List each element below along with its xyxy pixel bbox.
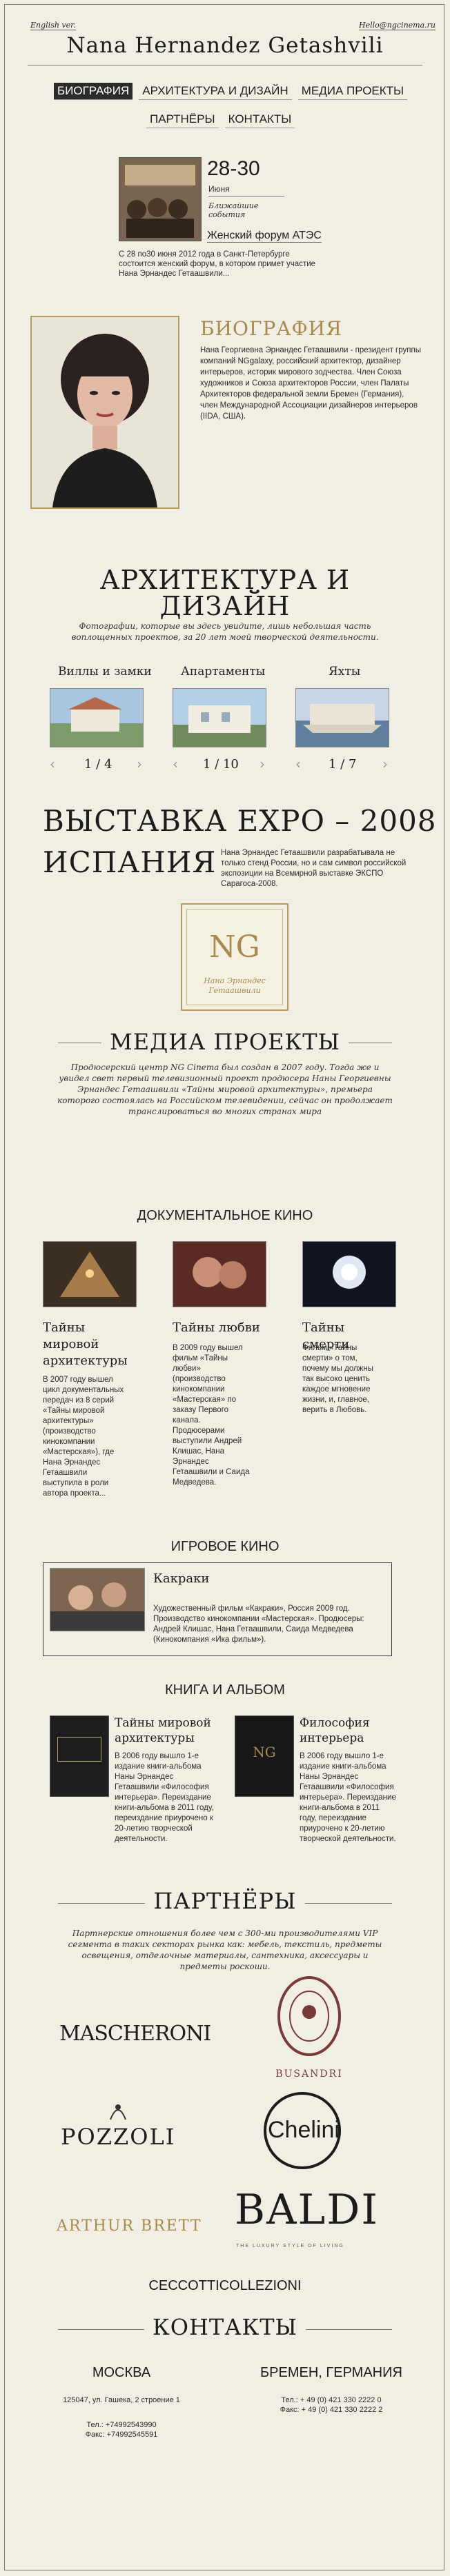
- gallery-apartments-next-icon[interactable]: ›: [260, 756, 265, 772]
- gallery-image-villas[interactable]: [50, 688, 144, 747]
- contacts-title-text: КОНТАКТЫ: [144, 2314, 306, 2340]
- contacts-moscow-fax: Факс: +74992545591: [85, 2431, 158, 2439]
- site-title: Nana Hernandez Getashvili: [66, 33, 384, 58]
- contacts-bremen-city: БРЕМЕН, ГЕРМАНИЯ: [260, 2365, 402, 2380]
- partner-logo-baldi[interactable]: BALDI: [235, 2186, 379, 2234]
- media-title-text: МЕДИА ПРОЕКТЫ: [101, 1029, 349, 1055]
- expo-logo-letters: NG: [209, 929, 260, 965]
- feature-film-text: Художественный фильм «Какраки», Россия 2…: [153, 1604, 364, 1644]
- expo-text: Нана Эрнандес Гетаашвили разрабатывала н…: [221, 849, 407, 888]
- gallery-yachts-next-icon[interactable]: ›: [382, 756, 388, 772]
- gallery-label-apartments[interactable]: Апартаменты: [181, 665, 265, 678]
- book-cover-interior[interactable]: NG: [235, 1715, 294, 1797]
- gallery-image-apartments[interactable]: [173, 688, 266, 747]
- partner-emblem-pozzoli: [106, 2099, 130, 2122]
- expo-logo: NG Нана Эрнандес Гетаашвили: [181, 903, 288, 1011]
- nav-item-media[interactable]: МЕДИА ПРОЕКТЫ: [297, 83, 408, 100]
- gallery-villas-prev-icon[interactable]: ‹: [50, 756, 55, 772]
- book-text-interior: В 2006 году вышло 1-е издание книги-альб…: [300, 1752, 396, 1843]
- partner-logo-chelini[interactable]: Chelini: [268, 2117, 340, 2144]
- main-nav: БИОГРАФИЯ АРХИТЕКТУРА И ДИЗАЙН МЕДИА ПРО…: [54, 83, 413, 100]
- book-text-architecture: В 2006 году вышло 1-е издание книги-альб…: [115, 1752, 214, 1843]
- event-image[interactable]: [119, 157, 202, 241]
- event-month: Июня: [208, 184, 284, 197]
- book-cover-architecture[interactable]: [50, 1715, 109, 1797]
- contacts-moscow-address: 125047, ул. Гашека, 2 строение 1: [63, 2396, 180, 2404]
- gallery-yachts-counter: 1 / 7: [329, 757, 357, 772]
- email-link[interactable]: Hello@ngcinema.ru: [359, 21, 436, 30]
- nav-item-partners[interactable]: ПАРТНЁРЫ: [146, 111, 219, 128]
- contacts-moscow-phone: Тел.: +74992543990: [86, 2421, 157, 2429]
- main-nav-row2: ПАРТНЁРЫ КОНТАКТЫ: [146, 111, 326, 128]
- gallery-image-yachts[interactable]: [295, 688, 389, 747]
- partners-title-text: ПАРТНЁРЫ: [145, 1888, 305, 1914]
- event-text: С 28 по30 июня 2012 года в Санкт-Петербу…: [119, 250, 316, 278]
- doc-image-architecture[interactable]: [43, 1241, 137, 1307]
- divider: [28, 65, 422, 66]
- expo-title-line1: ВЫСТАВКА EXPO – 2008: [43, 804, 437, 838]
- partner-logo-pozzoli[interactable]: POZZOLI: [61, 2124, 175, 2150]
- partner-logo-busandri[interactable]: BUSANDRI: [248, 2069, 370, 2080]
- partner-logo-baldi-tagline: THE LUXURY STYLE OF LIVING: [236, 2244, 344, 2248]
- partners-intro: Партнерские отношения более чем с 300-ми…: [68, 1929, 382, 1971]
- architecture-title-line1: АРХИТЕКТУРА И: [99, 565, 351, 595]
- expo-title-line2: ИСПАНИЯ: [43, 845, 217, 879]
- partner-logo-mascheroni[interactable]: MASCHERONI: [59, 2022, 211, 2046]
- bio-title: БИОГРАФИЯ: [200, 317, 342, 340]
- doc-title-architecture[interactable]: Тайны мировой архитектуры: [43, 1320, 133, 1369]
- partner-logo-arthur-brett[interactable]: ARTHUR BRETT: [57, 2217, 202, 2235]
- gallery-apartments-prev-icon[interactable]: ‹: [173, 756, 178, 772]
- bio-text: Нана Георгиевна Эрнандес Гетаашвили - пр…: [200, 346, 421, 421]
- architecture-title: АРХИТЕКТУРА И ДИЗАЙН: [0, 567, 450, 619]
- nav-item-architecture[interactable]: АРХИТЕКТУРА И ДИЗАЙН: [139, 83, 292, 100]
- doc-text-love: В 2009 году вышел фильм «Тайны любви» (п…: [173, 1344, 250, 1487]
- event-kind: Ближайшие события: [208, 201, 259, 219]
- english-version-link[interactable]: English ver.: [30, 21, 76, 30]
- contacts-bremen-fax: Факс: + 49 (0) 421 330 2222 2: [280, 2406, 383, 2414]
- gallery-label-villas[interactable]: Виллы и замки: [58, 665, 152, 678]
- partner-emblem-busandri: [265, 1973, 353, 2063]
- doc-image-love[interactable]: [173, 1241, 266, 1307]
- doc-image-death[interactable]: [302, 1241, 396, 1307]
- nav-item-contacts[interactable]: КОНТАКТЫ: [224, 111, 295, 128]
- doc-text-death: Фильм «Тайны смерти» о том, почему мы до…: [302, 1344, 373, 1414]
- book-title-interior[interactable]: Философия интерьера: [300, 1715, 396, 1746]
- gallery-villas-next-icon[interactable]: ›: [137, 756, 142, 772]
- partner-logo-ceccotti[interactable]: CECCOTTICOLLEZIONI: [0, 2278, 450, 2294]
- gallery-apartments-counter: 1 / 10: [203, 757, 239, 772]
- media-title: МЕДИА ПРОЕКТЫ: [0, 1029, 450, 1055]
- media-intro: Продюсерский центр NG Cinema был создан …: [57, 1063, 393, 1116]
- feature-film-name[interactable]: Какраки: [153, 1571, 209, 1587]
- books-title: КНИГА И АЛЬБОМ: [165, 1682, 285, 1698]
- architecture-intro: Фотографии, которые вы здесь увидите, ли…: [71, 621, 379, 642]
- expo-logo-caption: Нана Эрнандес Гетаашвили: [204, 976, 266, 995]
- contacts-title: КОНТАКТЫ: [0, 2314, 450, 2340]
- book-title-architecture[interactable]: Тайны мировой архитектуры: [115, 1715, 218, 1746]
- nav-item-biography[interactable]: БИОГРАФИЯ: [54, 83, 133, 100]
- partners-title: ПАРТНЁРЫ: [0, 1888, 450, 1914]
- doc-text-architecture: В 2007 году вышел цикл документальных пе…: [43, 1376, 124, 1498]
- feature-film-image[interactable]: [50, 1568, 145, 1631]
- contacts-moscow-city: МОСКВА: [92, 2365, 151, 2380]
- doc-title-love[interactable]: Тайны любви: [173, 1320, 262, 1336]
- contacts-bremen-phone: Тел.: + 49 (0) 421 330 2222 0: [281, 2396, 382, 2404]
- event-date: 28-30: [207, 157, 260, 180]
- feature-film-title: ИГРОВОЕ КИНО: [170, 1539, 280, 1554]
- gallery-label-yachts[interactable]: Яхты: [329, 665, 360, 678]
- gallery-villas-counter: 1 / 4: [84, 757, 112, 772]
- event-title-link[interactable]: Женский форум АТЭС: [207, 230, 322, 243]
- documentary-title: ДОКУМЕНТАЛЬНОЕ КИНО: [137, 1208, 313, 1223]
- architecture-title-line2: ДИЗАЙН: [159, 591, 291, 621]
- gallery-yachts-prev-icon[interactable]: ‹: [295, 756, 301, 772]
- bio-portrait: [30, 316, 179, 509]
